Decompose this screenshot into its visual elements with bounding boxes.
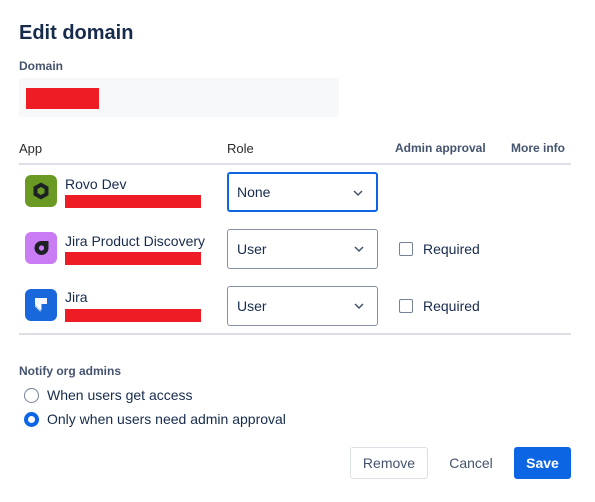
radio-label-only-when-admin-approval: Only when users need admin approval bbox=[47, 411, 286, 427]
admin-approval-checkbox-jira-product-discovery[interactable] bbox=[399, 242, 413, 256]
jira-icon bbox=[25, 289, 57, 321]
chevron-down-icon bbox=[354, 303, 364, 310]
role-select-value: None bbox=[237, 184, 271, 200]
jira-product-discovery-icon bbox=[25, 232, 57, 264]
chevron-down-icon bbox=[353, 190, 363, 197]
save-button[interactable]: Save bbox=[514, 447, 571, 479]
table-bottom-divider bbox=[19, 333, 571, 335]
role-select-jira-product-discovery[interactable]: User bbox=[227, 229, 378, 269]
chevron-down-icon bbox=[354, 246, 364, 253]
cancel-button[interactable]: Cancel bbox=[437, 447, 505, 479]
role-select-value: User bbox=[237, 241, 267, 257]
redacted-app-detail bbox=[65, 309, 201, 322]
admin-approval-label: Required bbox=[423, 298, 480, 314]
notify-org-admins-label: Notify org admins bbox=[19, 364, 122, 378]
redacted-app-detail bbox=[65, 252, 201, 265]
radio-only-when-admin-approval[interactable] bbox=[24, 412, 39, 427]
column-header-more-info: More info bbox=[511, 141, 565, 155]
domain-field[interactable] bbox=[19, 78, 339, 117]
admin-approval-label: Required bbox=[423, 241, 480, 257]
admin-approval-checkbox-jira[interactable] bbox=[399, 299, 413, 313]
remove-button[interactable]: Remove bbox=[350, 447, 428, 479]
rovo-dev-icon bbox=[25, 175, 57, 207]
app-name-jira-product-discovery: Jira Product Discovery bbox=[65, 233, 206, 249]
app-name-jira: Jira bbox=[65, 289, 88, 305]
column-header-app: App bbox=[19, 141, 43, 156]
app-name-rovo-dev: Rovo Dev bbox=[65, 176, 127, 192]
table-header-divider bbox=[19, 163, 571, 165]
redacted-domain-value bbox=[26, 88, 99, 109]
radio-label-when-users-get-access: When users get access bbox=[47, 387, 193, 403]
role-select-rovo-dev[interactable]: None bbox=[227, 172, 378, 212]
redacted-app-detail bbox=[65, 195, 201, 208]
role-select-jira[interactable]: User bbox=[227, 286, 378, 326]
role-select-value: User bbox=[237, 298, 267, 314]
column-header-role: Role bbox=[227, 141, 254, 156]
dialog-title: Edit domain bbox=[19, 22, 134, 44]
radio-when-users-get-access[interactable] bbox=[24, 388, 39, 403]
column-header-admin-approval: Admin approval bbox=[395, 141, 486, 155]
domain-label: Domain bbox=[19, 59, 64, 73]
